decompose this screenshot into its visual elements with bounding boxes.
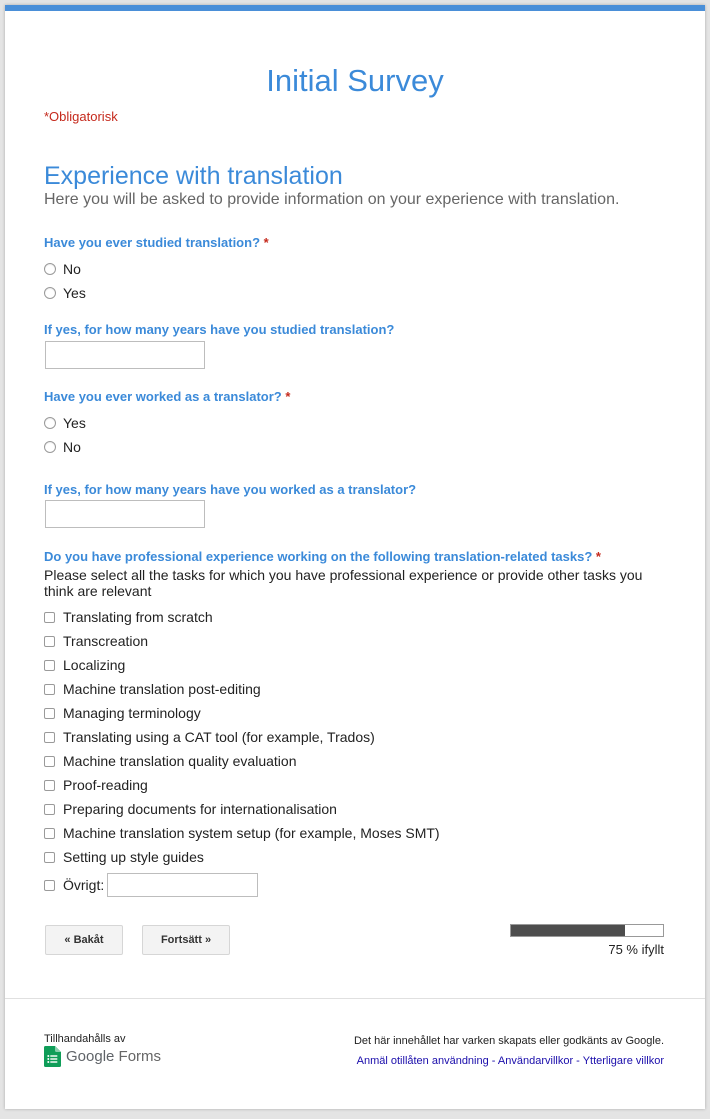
question-professional-tasks: Do you have professional experience work…: [44, 549, 601, 564]
radio-option-yes[interactable]: Yes: [44, 413, 86, 433]
option-label: Yes: [63, 415, 86, 431]
radio-button[interactable]: [44, 287, 56, 299]
checkbox[interactable]: [44, 827, 55, 839]
section-title: Experience with translation: [44, 162, 343, 190]
checkbox-option[interactable]: Machine translation quality evaluation: [44, 751, 296, 771]
progress-bar-fill: [511, 925, 625, 936]
google-disclaimer: Det här innehållet har varken skapats el…: [353, 1035, 664, 1047]
back-button[interactable]: « Bakåt: [45, 925, 123, 955]
option-label: Preparing documents for internationalisa…: [63, 801, 337, 817]
checkbox-option[interactable]: Machine translation post-editing: [44, 679, 261, 699]
checkbox[interactable]: [44, 635, 55, 647]
checkbox[interactable]: [44, 779, 55, 791]
question-label: Have you ever studied translation?: [44, 235, 261, 250]
question-label: Have you ever worked as a translator?: [44, 389, 282, 404]
question-worked-translator: Have you ever worked as a translator? *: [44, 389, 290, 404]
question-studied-translation: Have you ever studied translation? *: [44, 235, 269, 250]
checkbox-option[interactable]: Translating from scratch: [44, 607, 213, 627]
option-label: Transcreation: [63, 633, 149, 649]
other-text-input[interactable]: [107, 873, 259, 897]
checkbox[interactable]: [44, 611, 55, 623]
checkbox[interactable]: [44, 851, 55, 863]
checkbox[interactable]: [44, 879, 55, 891]
option-label: Translating from scratch: [63, 609, 213, 625]
years-studied-input[interactable]: [45, 341, 205, 369]
form-card: Initial Survey *Obligatorisk Experience …: [5, 5, 705, 1109]
checkbox-option[interactable]: Machine translation system setup (for ex…: [44, 823, 440, 843]
form-title: Initial Survey: [266, 63, 444, 98]
required-star: *: [595, 549, 601, 564]
checkbox-option[interactable]: Translating using a CAT tool (for exampl…: [44, 727, 375, 747]
question-years-studied: If yes, for how many years have you stud…: [44, 322, 395, 337]
checkbox-option[interactable]: Transcreation: [44, 631, 148, 651]
required-star: *: [263, 235, 269, 250]
option-label: Localizing: [63, 657, 126, 673]
report-abuse-link[interactable]: Anmäl otillåten användning: [357, 1055, 489, 1067]
brand-google: Google: [66, 1048, 115, 1065]
provided-by-label: Tillhandahålls av: [44, 1033, 126, 1045]
additional-terms-link[interactable]: Ytterligare villkor: [583, 1055, 664, 1067]
google-forms-wordmark: Google Forms: [66, 1048, 161, 1065]
checkbox-option[interactable]: Managing terminology: [44, 703, 201, 723]
top-accent-bar: [5, 5, 705, 11]
checkbox[interactable]: [44, 755, 55, 767]
checkbox[interactable]: [44, 803, 55, 815]
radio-option-no[interactable]: No: [44, 437, 81, 457]
option-label: No: [63, 439, 81, 455]
link-separator: -: [573, 1055, 583, 1067]
checkbox-option[interactable]: Proof-reading: [44, 775, 148, 795]
google-forms-logo[interactable]: Google Forms: [44, 1046, 161, 1067]
progress-bar: [510, 924, 664, 937]
checkbox[interactable]: [44, 659, 55, 671]
required-star: *: [285, 389, 291, 404]
continue-button[interactable]: Fortsätt »: [142, 925, 230, 955]
checkbox[interactable]: [44, 683, 55, 695]
option-label: Machine translation quality evaluation: [63, 753, 297, 769]
progress-label: 75 % ifyllt: [608, 942, 664, 957]
question-years-worked: If yes, for how many years have you work…: [44, 482, 417, 497]
checkbox-option[interactable]: Preparing documents for internationalisa…: [44, 799, 337, 819]
option-label: No: [63, 261, 81, 277]
footer-links: Anmäl otillåten användning - Användarvil…: [305, 1055, 664, 1067]
years-worked-input[interactable]: [45, 500, 205, 528]
option-label: Machine translation post-editing: [63, 681, 261, 697]
question-help-text: Please select all the tasks for which yo…: [44, 567, 643, 599]
option-label: Yes: [63, 285, 86, 301]
option-label: Setting up style guides: [63, 849, 204, 865]
link-separator: -: [488, 1055, 498, 1067]
option-label: Övrigt:: [63, 877, 105, 893]
radio-button[interactable]: [44, 263, 56, 275]
footer-divider: [5, 998, 705, 999]
radio-button[interactable]: [44, 441, 56, 453]
section-description: Here you will be asked to provide inform…: [44, 191, 620, 208]
option-label: Machine translation system setup (for ex…: [63, 825, 440, 841]
radio-button[interactable]: [44, 417, 56, 429]
checkbox[interactable]: [44, 707, 55, 719]
option-label: Managing terminology: [63, 705, 201, 721]
question-label: Do you have professional experience work…: [44, 549, 593, 564]
option-label: Proof-reading: [63, 777, 148, 793]
checkbox[interactable]: [44, 731, 55, 743]
radio-option-no[interactable]: No: [44, 259, 81, 279]
checkbox-option[interactable]: Localizing: [44, 655, 125, 675]
checkbox-option[interactable]: Setting up style guides: [44, 847, 204, 867]
radio-option-yes[interactable]: Yes: [44, 283, 86, 303]
option-label: Translating using a CAT tool (for exampl…: [63, 729, 375, 745]
brand-forms: Forms: [118, 1048, 162, 1065]
terms-of-service-link[interactable]: Användarvillkor: [498, 1055, 573, 1067]
google-forms-icon: [44, 1046, 61, 1067]
required-note: *Obligatorisk: [44, 109, 118, 124]
checkbox-option-other[interactable]: Övrigt:: [44, 873, 259, 897]
